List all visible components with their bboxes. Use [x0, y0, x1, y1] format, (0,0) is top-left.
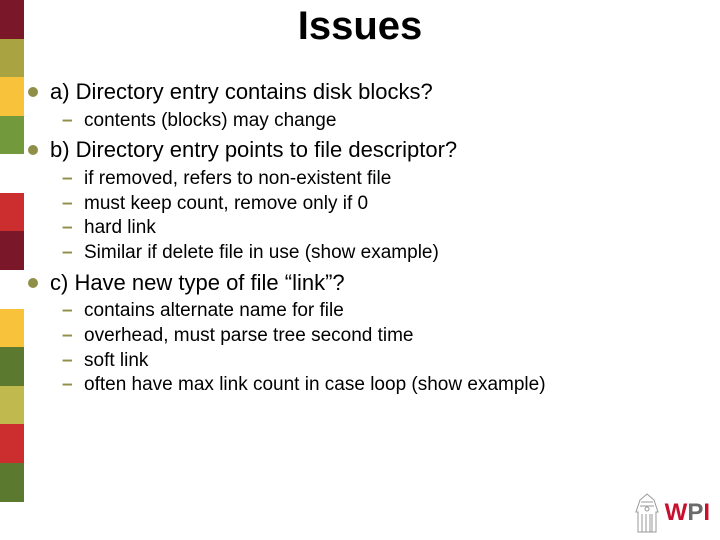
dash-icon: – — [62, 373, 84, 398]
logo-w: W — [665, 499, 688, 527]
wpi-logo: WPI — [632, 492, 710, 534]
bullet-a-text: a) Directory entry contains disk blocks? — [50, 78, 433, 107]
sub-c-0: – contains alternate name for file — [62, 299, 698, 324]
dash-icon: – — [62, 167, 84, 192]
logo-p: P — [687, 499, 703, 527]
dash-icon: – — [62, 109, 84, 134]
slide-body: a) Directory entry contains disk blocks?… — [22, 78, 698, 401]
sub-b-3: – Similar if delete file in use (show ex… — [62, 241, 698, 266]
point-a: a) Directory entry contains disk blocks?… — [22, 78, 698, 133]
sub-c-3: – often have max link count in case loop… — [62, 373, 698, 398]
bullet-b: b) Directory entry points to file descri… — [22, 136, 698, 165]
sub-b-3-text: Similar if delete file in use (show exam… — [84, 241, 439, 266]
left-decorative-bar — [0, 0, 24, 540]
dash-icon: – — [62, 241, 84, 266]
sub-b-2: – hard link — [62, 216, 698, 241]
dash-icon: – — [62, 299, 84, 324]
bullet-dot-icon — [22, 78, 50, 100]
sub-c-0-text: contains alternate name for file — [84, 299, 344, 324]
slide-title: Issues — [0, 4, 720, 49]
dash-icon: – — [62, 324, 84, 349]
dash-icon: – — [62, 192, 84, 217]
point-b: b) Directory entry points to file descri… — [22, 136, 698, 265]
bullet-a: a) Directory entry contains disk blocks? — [22, 78, 698, 107]
sub-b-1: – must keep count, remove only if 0 — [62, 192, 698, 217]
dash-icon: – — [62, 216, 84, 241]
sub-c-1-text: overhead, must parse tree second time — [84, 324, 414, 349]
tower-icon — [632, 492, 662, 534]
logo-i: I — [703, 499, 710, 527]
sub-b-0: – if removed, refers to non-existent fil… — [62, 167, 698, 192]
sub-c-2: – soft link — [62, 349, 698, 374]
bullet-dot-icon — [22, 136, 50, 158]
sub-c-2-text: soft link — [84, 349, 148, 374]
sub-b-1-text: must keep count, remove only if 0 — [84, 192, 368, 217]
dash-icon: – — [62, 349, 84, 374]
sub-a-0: – contents (blocks) may change — [62, 109, 698, 134]
point-c: c) Have new type of file “link”? – conta… — [22, 269, 698, 398]
wpi-wordmark: WPI — [665, 499, 710, 527]
bullet-dot-icon — [22, 269, 50, 291]
sub-b-2-text: hard link — [84, 216, 156, 241]
bullet-c-text: c) Have new type of file “link”? — [50, 269, 345, 298]
sub-a-0-text: contents (blocks) may change — [84, 109, 336, 134]
sub-c-1: – overhead, must parse tree second time — [62, 324, 698, 349]
bullet-b-text: b) Directory entry points to file descri… — [50, 136, 457, 165]
slide: Issues a) Directory entry contains disk … — [0, 0, 720, 540]
sub-c-3-text: often have max link count in case loop (… — [84, 373, 546, 398]
sub-b-0-text: if removed, refers to non-existent file — [84, 167, 391, 192]
bullet-c: c) Have new type of file “link”? — [22, 269, 698, 298]
